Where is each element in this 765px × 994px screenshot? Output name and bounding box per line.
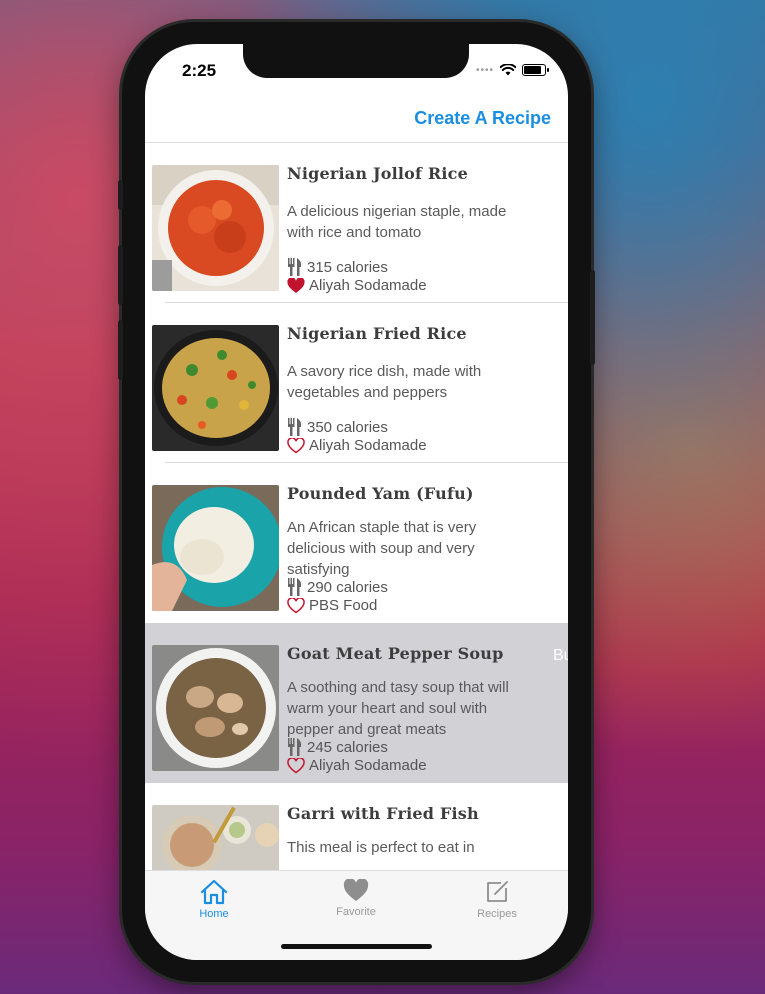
- recipe-title: Nigerian Jollof Rice: [287, 164, 468, 183]
- create-recipe-button[interactable]: Create A Recipe: [414, 108, 551, 129]
- battery-icon: [522, 64, 549, 76]
- fork-knife-icon: [288, 258, 302, 276]
- volume-down-button: [118, 320, 123, 380]
- calories-text: 350 calories: [307, 418, 388, 436]
- tab-favorite-label: Favorite: [336, 906, 376, 918]
- house-icon: [200, 879, 228, 905]
- author-line: Aliyah Sodamade: [287, 277, 427, 294]
- author-text: PBS Food: [309, 597, 378, 614]
- status-time: 2:25: [182, 61, 217, 80]
- silent-switch: [118, 180, 123, 210]
- status-icons: ••••: [475, 64, 549, 76]
- calories-text: 315 calories: [307, 258, 388, 276]
- garri-fish-image: [152, 805, 279, 871]
- notch: [243, 44, 469, 78]
- home-indicator: [281, 944, 432, 949]
- recipe-row[interactable]: Nigerian Fried Rice A savory rice dish, …: [145, 303, 568, 463]
- tab-favorite[interactable]: Favorite: [311, 879, 401, 918]
- fork-knife-icon: [288, 738, 302, 756]
- author-text: Aliyah Sodamade: [309, 437, 427, 454]
- recipe-title: Pounded Yam (Fufu): [287, 484, 474, 503]
- calories-line: 315 calories: [287, 258, 388, 276]
- recipe-title: Garri with Fried Fish: [287, 804, 479, 823]
- navigation-bar: Create A Recipe: [145, 104, 568, 143]
- signal-dots-icon: ••••: [475, 64, 494, 76]
- calories-line: 245 calories: [287, 738, 388, 756]
- recipe-title: Nigerian Fried Rice: [287, 324, 467, 343]
- author-text: Aliyah Sodamade: [309, 277, 427, 294]
- recipe-description: This meal is perfect to eat in: [287, 839, 475, 856]
- author-line: Aliyah Sodamade: [287, 757, 427, 774]
- tab-recipes-label: Recipes: [477, 908, 517, 920]
- calories-line: 290 calories: [287, 578, 388, 596]
- heart-outline-icon[interactable]: [287, 437, 305, 454]
- heart-icon: [343, 879, 369, 901]
- compose-icon: [487, 881, 508, 902]
- power-button: [590, 270, 595, 365]
- recipe-row[interactable]: Nigerian Jollof Rice A delicious nigeria…: [145, 143, 568, 303]
- tab-home[interactable]: Home: [169, 879, 259, 920]
- tab-home-label: Home: [199, 908, 229, 920]
- calories-text: 290 calories: [307, 578, 388, 596]
- calories-line: 350 calories: [287, 418, 388, 436]
- author-line: Aliyah Sodamade: [287, 437, 427, 454]
- fork-knife-icon: [288, 418, 302, 436]
- recipe-row-selected[interactable]: Goat Meat Pepper Soup A soothing and tas…: [145, 623, 568, 783]
- pepper-soup-image: [152, 645, 279, 771]
- pounded-yam-image: [152, 485, 279, 611]
- heart-outline-icon[interactable]: [287, 757, 305, 774]
- swipe-action-label[interactable]: Bu: [553, 647, 568, 665]
- heart-filled-icon[interactable]: [287, 277, 305, 294]
- wifi-icon: [500, 64, 516, 76]
- recipe-description: A delicious nigerian staple, made with r…: [287, 203, 507, 241]
- author-text: Aliyah Sodamade: [309, 757, 427, 774]
- author-line: PBS Food: [287, 597, 377, 614]
- calories-text: 245 calories: [307, 738, 388, 756]
- recipe-description: An African staple that is very delicious…: [287, 519, 477, 578]
- heart-outline-icon[interactable]: [287, 597, 305, 614]
- recipe-description: A soothing and tasy soup that will warm …: [287, 679, 509, 738]
- recipe-list[interactable]: Nigerian Jollof Rice A delicious nigeria…: [145, 143, 568, 871]
- volume-up-button: [118, 245, 123, 305]
- recipe-description: A savory rice dish, made with vegetables…: [287, 363, 482, 401]
- recipe-title: Goat Meat Pepper Soup: [287, 644, 504, 663]
- recipe-row[interactable]: Garri with Fried Fish This meal is perfe…: [145, 783, 568, 871]
- jollof-rice-image: [152, 165, 279, 291]
- app-screen: 2:25 •••• Create A Recipe Nigerian Jollo…: [145, 44, 568, 960]
- fried-rice-image: [152, 325, 279, 451]
- tab-recipes[interactable]: Recipes: [452, 879, 542, 920]
- fork-knife-icon: [288, 578, 302, 596]
- recipe-row[interactable]: Pounded Yam (Fufu) An African staple tha…: [145, 463, 568, 623]
